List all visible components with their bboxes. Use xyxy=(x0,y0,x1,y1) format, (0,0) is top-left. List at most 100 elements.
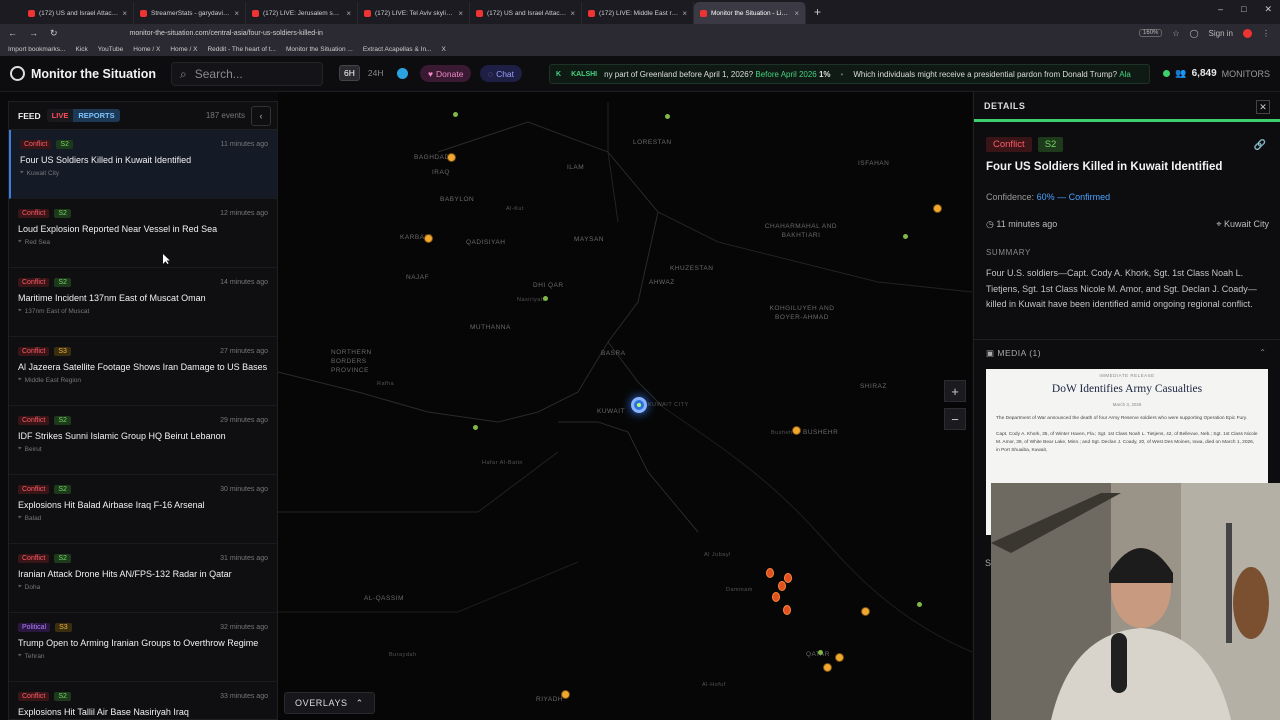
fire-marker[interactable] xyxy=(778,581,786,591)
donate-button[interactable]: ♥ Donate xyxy=(420,65,472,82)
maximize-button[interactable]: □ xyxy=(1241,4,1246,15)
collapse-feed-button[interactable]: ‹ xyxy=(251,105,271,126)
event-count: 187 events xyxy=(205,111,245,120)
city-label: Buraydah xyxy=(389,652,417,658)
close-details-button[interactable]: ✕ xyxy=(1256,100,1270,114)
range-24h-button[interactable]: 24H xyxy=(368,68,384,78)
reports-tab[interactable]: REPORTS xyxy=(73,109,120,122)
minimize-button[interactable]: – xyxy=(1218,4,1223,15)
bookmark-item[interactable]: Reddit - The heart of t... xyxy=(207,46,276,53)
browser-tab[interactable]: (172) LIVE: Jerusalem skyline as× xyxy=(246,2,358,24)
feed-item[interactable]: Conflict S2 14 minutes ago Maritime Inciden… xyxy=(9,268,277,337)
media-para-1: The Department of War announced the deat… xyxy=(996,416,1248,421)
location-pin-icon: ⌖ xyxy=(18,583,22,590)
minor-marker[interactable] xyxy=(453,112,458,117)
new-tab-button[interactable]: + xyxy=(814,5,821,19)
telegram-icon[interactable] xyxy=(397,67,409,79)
minor-marker[interactable] xyxy=(903,234,908,239)
map-label: QADISIYAH xyxy=(466,239,506,246)
bookmark-item[interactable]: Extract Acapellas & In... xyxy=(363,46,432,53)
browser-tab[interactable]: (172) US and Israel Attack Iran × xyxy=(470,2,582,24)
profile-icon[interactable]: ◯ xyxy=(1190,29,1199,38)
live-tab[interactable]: LIVE xyxy=(47,109,74,122)
minor-marker[interactable] xyxy=(473,425,478,430)
event-marker[interactable] xyxy=(823,663,832,672)
event-marker[interactable] xyxy=(792,426,801,435)
tab-close-icon[interactable]: × xyxy=(458,9,463,18)
event-marker[interactable] xyxy=(835,653,844,662)
city-label: Rafha xyxy=(377,381,395,387)
bookmark-item[interactable]: Home / X xyxy=(170,46,197,53)
menu-icon[interactable]: ⋮ xyxy=(1262,29,1270,38)
extension-icon[interactable] xyxy=(1243,28,1252,38)
minor-marker[interactable] xyxy=(818,650,823,655)
feed-item-location-label: Red Sea xyxy=(24,238,50,246)
map-label: ILAM xyxy=(567,164,585,171)
browser-tab[interactable]: Monitor the Situation - Live Gl × xyxy=(694,2,806,24)
fire-marker[interactable] xyxy=(783,605,791,615)
chevron-up-icon[interactable]: ⌃ xyxy=(1259,348,1266,357)
event-marker[interactable] xyxy=(861,607,870,616)
market-ticker[interactable]: K KALSHI ny part of Greenland before Apri… xyxy=(549,64,1150,84)
tab-close-icon[interactable]: × xyxy=(570,9,575,18)
feed-item-time: 31 minutes ago xyxy=(220,555,268,562)
browser-tab[interactable]: StreamerStats - garydavid Stre × xyxy=(134,2,246,24)
minor-marker[interactable] xyxy=(665,114,670,119)
bookmark-item[interactable]: YouTube xyxy=(98,46,124,53)
fire-marker[interactable] xyxy=(772,592,780,602)
fire-marker[interactable] xyxy=(784,573,792,583)
range-6h-button[interactable]: 6H xyxy=(339,65,360,81)
bookmark-item[interactable]: X xyxy=(441,46,445,53)
browser-tab[interactable]: (172) US and Israel Attack Iran × xyxy=(22,2,134,24)
reload-icon[interactable]: ↻ xyxy=(50,28,58,39)
tab-close-icon[interactable]: × xyxy=(794,9,799,18)
event-marker[interactable] xyxy=(447,153,456,162)
back-icon[interactable]: ← xyxy=(8,28,17,39)
browser-tab[interactable]: (172) LIVE: Middle East real × xyxy=(582,2,694,24)
feed-item[interactable]: Conflict S2 31 minutes ago Iranian Attack D… xyxy=(9,544,277,613)
selected-event-marker[interactable] xyxy=(631,397,647,413)
tab-close-icon[interactable]: × xyxy=(346,9,351,18)
feed-item[interactable]: Political S3 32 minutes ago Trump Open to A… xyxy=(9,613,277,682)
feed-item[interactable]: Conflict S2 11 minutes ago Four US Soldiers… xyxy=(9,130,277,199)
url-field[interactable]: monitor-the-situation.com/central-asia/f… xyxy=(130,30,323,37)
map-label: KUWAIT xyxy=(597,408,626,415)
event-marker[interactable] xyxy=(424,234,433,243)
zoom-in-button[interactable]: + xyxy=(944,380,966,402)
minor-marker[interactable] xyxy=(543,296,548,301)
tab-close-icon[interactable]: × xyxy=(682,9,687,18)
tab-close-icon[interactable]: × xyxy=(122,9,127,18)
browser-tab[interactable]: (172) LIVE: Tel Aviv skyline as Ir × xyxy=(358,2,470,24)
event-marker[interactable] xyxy=(933,204,942,213)
map-view[interactable]: BAGHDAD IRAQ BABYLON KARBALA QADISIYAH N… xyxy=(278,92,972,720)
feed-item[interactable]: Conflict S2 29 minutes ago IDF Strikes Sunn… xyxy=(9,406,277,475)
star-icon[interactable]: ☆ xyxy=(1172,29,1179,38)
search-input[interactable]: ⌕ Search... xyxy=(171,62,323,86)
media-section-header[interactable]: ▣ MEDIA (1) xyxy=(986,348,1041,359)
feed-item-time: 12 minutes ago xyxy=(220,210,268,217)
bookmark-item[interactable]: Monitor the Situation ... xyxy=(286,46,353,53)
signin-button[interactable]: Sign in xyxy=(1209,29,1233,38)
feed-item[interactable]: Conflict S2 30 minutes ago Explosions Hit B… xyxy=(9,475,277,544)
bookmark-item[interactable]: Import bookmarks... xyxy=(8,46,65,53)
app-logo[interactable]: Monitor the Situation xyxy=(10,66,156,81)
tab-close-icon[interactable]: × xyxy=(234,9,239,18)
window-close-button[interactable]: ✕ xyxy=(1264,4,1272,15)
event-marker[interactable] xyxy=(561,690,570,699)
minor-marker[interactable] xyxy=(917,602,922,607)
fire-marker[interactable] xyxy=(766,568,774,578)
bookmarks-bar: Import bookmarks... Kick YouTube Home / X Ho… xyxy=(0,42,1280,56)
zoom-indicator[interactable]: 160% xyxy=(1139,29,1163,37)
map-label: SHIRAZ xyxy=(860,383,887,390)
bookmark-item[interactable]: Home / X xyxy=(133,46,160,53)
chat-button[interactable]: ◌ Chat xyxy=(480,65,523,82)
bookmark-item[interactable]: Kick xyxy=(75,46,87,53)
overlays-button[interactable]: OVERLAYS ⌃ xyxy=(284,692,375,714)
zoom-out-button[interactable]: − xyxy=(944,408,966,430)
feed-item[interactable]: Conflict S2 33 minutes ago Explosions Hit T… xyxy=(9,682,277,719)
feed-item[interactable]: Conflict S3 27 minutes ago Al Jazeera Satel… xyxy=(9,337,277,406)
forward-icon[interactable]: → xyxy=(29,28,38,39)
city-label: KUWAIT CITY xyxy=(648,402,689,408)
link-icon[interactable]: 🔗 xyxy=(1254,140,1266,151)
feed-item[interactable]: Conflict S2 12 minutes ago Loud Explosion R… xyxy=(9,199,277,268)
